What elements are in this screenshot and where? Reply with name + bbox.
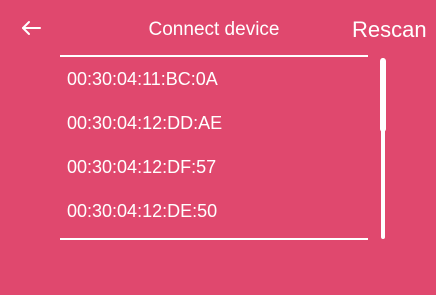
rescan-button[interactable]: Rescan xyxy=(352,17,427,43)
list-scrollbar[interactable] xyxy=(380,58,386,239)
device-list[interactable]: 00:30:04:11:BC:0A 00:30:04:12:DD:AE 00:3… xyxy=(60,57,368,238)
device-list-item[interactable]: 00:30:04:12:DE:50 xyxy=(60,189,368,233)
arrow-left-icon xyxy=(22,21,41,35)
scrollbar-thumb[interactable] xyxy=(380,58,386,132)
page-title: Connect device xyxy=(148,19,280,40)
back-button[interactable] xyxy=(18,14,46,42)
list-bottom-divider xyxy=(60,238,368,240)
device-list-item[interactable]: 00:30:04:11:BC:0A xyxy=(60,57,368,101)
device-list-item[interactable]: 00:30:04:12:DF:57 xyxy=(60,145,368,189)
device-list-item[interactable]: 00:30:04:12:DD:AE xyxy=(60,101,368,145)
connect-device-screen: Connect device Rescan 00:30:04:11:BC:0A … xyxy=(0,0,436,295)
